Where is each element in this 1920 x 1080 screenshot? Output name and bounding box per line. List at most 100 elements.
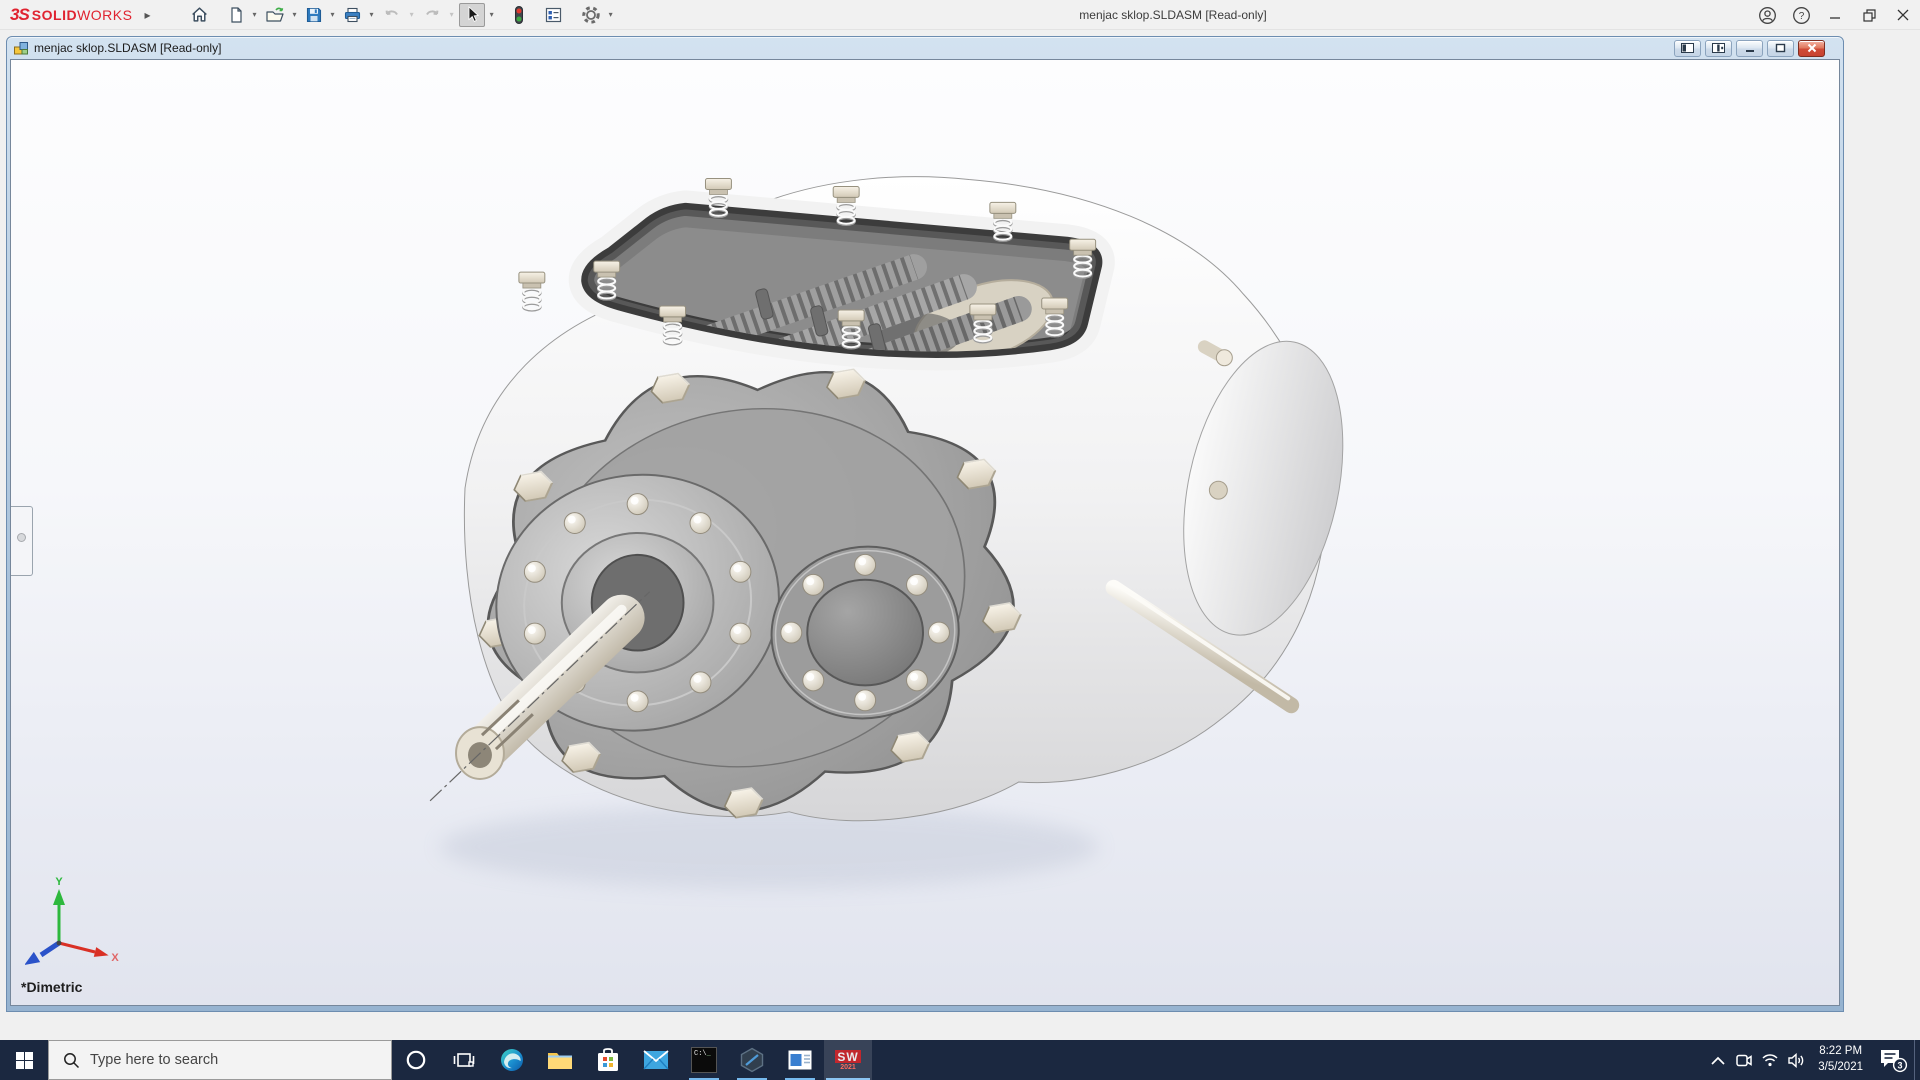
help-button[interactable]: ?	[1784, 0, 1818, 30]
taskbar-search[interactable]	[48, 1040, 392, 1080]
gearbox-model-3d[interactable]	[11, 60, 1839, 1005]
minimize-button[interactable]	[1818, 0, 1852, 30]
account-icon	[1758, 6, 1776, 24]
redo-button[interactable]	[419, 3, 445, 27]
pane-left-icon	[1681, 43, 1694, 53]
rear-stub-cap	[1215, 349, 1233, 367]
cortana-button[interactable]	[392, 1040, 440, 1080]
select-tool-dropdown[interactable]: ▾	[487, 10, 497, 19]
triad-y-label: Y	[55, 876, 63, 888]
select-tool-button[interactable]	[458, 2, 485, 27]
select-cursor-icon	[468, 6, 479, 22]
solidworks-logo: 3S SOLID WORKS	[10, 4, 133, 24]
windows-taskbar: C:\_ SW 2021	[0, 1040, 1920, 1080]
triad-x-label: X	[111, 952, 119, 964]
redo-icon	[425, 9, 438, 15]
save-button[interactable]	[302, 3, 326, 27]
file-explorer-icon	[548, 1053, 572, 1069]
restore-button[interactable]	[1852, 0, 1886, 30]
featuremanager-expand-handle[interactable]	[17, 533, 26, 542]
child-minimize-button[interactable]	[1736, 39, 1763, 57]
child-restore-icon	[1775, 43, 1786, 53]
menu-flyout-arrow-icon[interactable]: ▸	[144, 8, 150, 22]
edge-browser-icon	[501, 1049, 523, 1071]
help-icon: ?	[1792, 6, 1810, 24]
save-icon	[306, 7, 321, 22]
account-button[interactable]	[1750, 0, 1784, 30]
open-folder-icon	[265, 7, 284, 22]
close-button[interactable]	[1886, 0, 1920, 30]
show-left-pane-button[interactable]	[1674, 39, 1701, 57]
child-restore-button[interactable]	[1767, 39, 1794, 57]
taskbar-clock[interactable]: 8:22 PM 3/5/2021	[1809, 1044, 1872, 1075]
wifi-icon	[1762, 1054, 1778, 1067]
pane-split-icon	[1712, 43, 1725, 53]
search-input[interactable]	[90, 1052, 360, 1068]
taskbar-app-store[interactable]	[584, 1040, 632, 1080]
save-dropdown[interactable]: ▾	[328, 10, 338, 19]
document-window-title: menjac sklop.SLDASM [Read-only]	[34, 41, 222, 55]
main-titlebar[interactable]: 3S SOLID WORKS ▸ ▾ ▾ ▾ ▾ ▾ ▾ ▾ ▾ menjac …	[0, 0, 1920, 30]
print-dropdown[interactable]: ▾	[367, 10, 377, 19]
options-dropdown[interactable]: ▾	[606, 10, 616, 19]
viewport-canvas[interactable]: Y X *Dimetric	[10, 59, 1840, 1006]
mail-icon	[643, 1050, 669, 1070]
home-button[interactable]	[187, 3, 212, 27]
cortana-icon	[406, 1050, 426, 1070]
action-center-button[interactable]: 3	[1872, 1040, 1914, 1080]
tray-volume-button[interactable]	[1783, 1040, 1809, 1080]
home-icon	[191, 7, 207, 22]
child-close-button[interactable]	[1798, 39, 1825, 57]
taskbar-app-file-explorer[interactable]	[536, 1040, 584, 1080]
taskbar-app-window[interactable]	[776, 1040, 824, 1080]
side-plug	[1208, 480, 1228, 500]
taskbar-app-hexagon[interactable]	[728, 1040, 776, 1080]
solidworks-app-icon: SW 2021	[835, 1049, 861, 1071]
restore-icon	[1862, 8, 1876, 22]
rebuild-button[interactable]	[509, 3, 529, 27]
assembly-document-icon	[14, 41, 28, 54]
taskbar-app-edge[interactable]	[488, 1040, 536, 1080]
reference-triad[interactable]: Y X	[25, 873, 125, 965]
command-prompt-icon: C:\_	[691, 1047, 717, 1073]
tray-show-hidden-icons-button[interactable]	[1705, 1040, 1731, 1080]
hexagon-app-icon	[740, 1047, 764, 1073]
featuremanager-collapsed-tab[interactable]	[11, 506, 33, 576]
minimize-icon	[1830, 17, 1840, 19]
meet-now-icon	[1736, 1054, 1752, 1066]
notification-icon: 3	[1881, 1050, 1908, 1073]
undo-button[interactable]	[379, 3, 405, 27]
undo-dropdown[interactable]: ▾	[407, 10, 417, 19]
task-view-button[interactable]	[440, 1040, 488, 1080]
redo-dropdown[interactable]: ▾	[447, 10, 457, 19]
split-pane-button[interactable]	[1705, 39, 1732, 57]
model-shadow	[440, 804, 1099, 889]
print-button[interactable]	[340, 3, 365, 27]
new-document-dropdown[interactable]: ▾	[250, 10, 260, 19]
start-button[interactable]	[0, 1040, 48, 1080]
taskbar-app-terminal[interactable]: C:\_	[680, 1040, 728, 1080]
options-button[interactable]	[578, 3, 604, 27]
open-dropdown[interactable]: ▾	[290, 10, 300, 19]
tray-network-button[interactable]	[1757, 1040, 1783, 1080]
speaker-icon	[1788, 1052, 1804, 1068]
show-desktop-button[interactable]	[1914, 1040, 1920, 1080]
triad-x-arrow	[93, 947, 109, 957]
open-button[interactable]	[262, 3, 288, 27]
task-view-icon	[453, 1053, 475, 1067]
undo-icon	[385, 9, 398, 15]
rebuild-traffic-light-icon	[514, 5, 523, 24]
new-document-button[interactable]	[224, 3, 248, 27]
taskbar-app-solidworks[interactable]: SW 2021	[824, 1040, 872, 1080]
file-properties-button[interactable]	[541, 3, 566, 27]
microsoft-store-icon	[598, 1048, 618, 1071]
tray-date: 3/5/2021	[1818, 1061, 1863, 1073]
options-gear-icon	[581, 5, 600, 24]
solidworks-logo-mark: 3S	[10, 4, 30, 24]
taskbar-app-mail[interactable]	[632, 1040, 680, 1080]
print-icon	[344, 7, 360, 22]
view-orientation-label: *Dimetric	[21, 979, 83, 995]
document-window-titlebar[interactable]: menjac sklop.SLDASM [Read-only]	[7, 37, 1843, 59]
close-icon	[1897, 9, 1909, 21]
tray-meet-now-button[interactable]	[1731, 1040, 1757, 1080]
